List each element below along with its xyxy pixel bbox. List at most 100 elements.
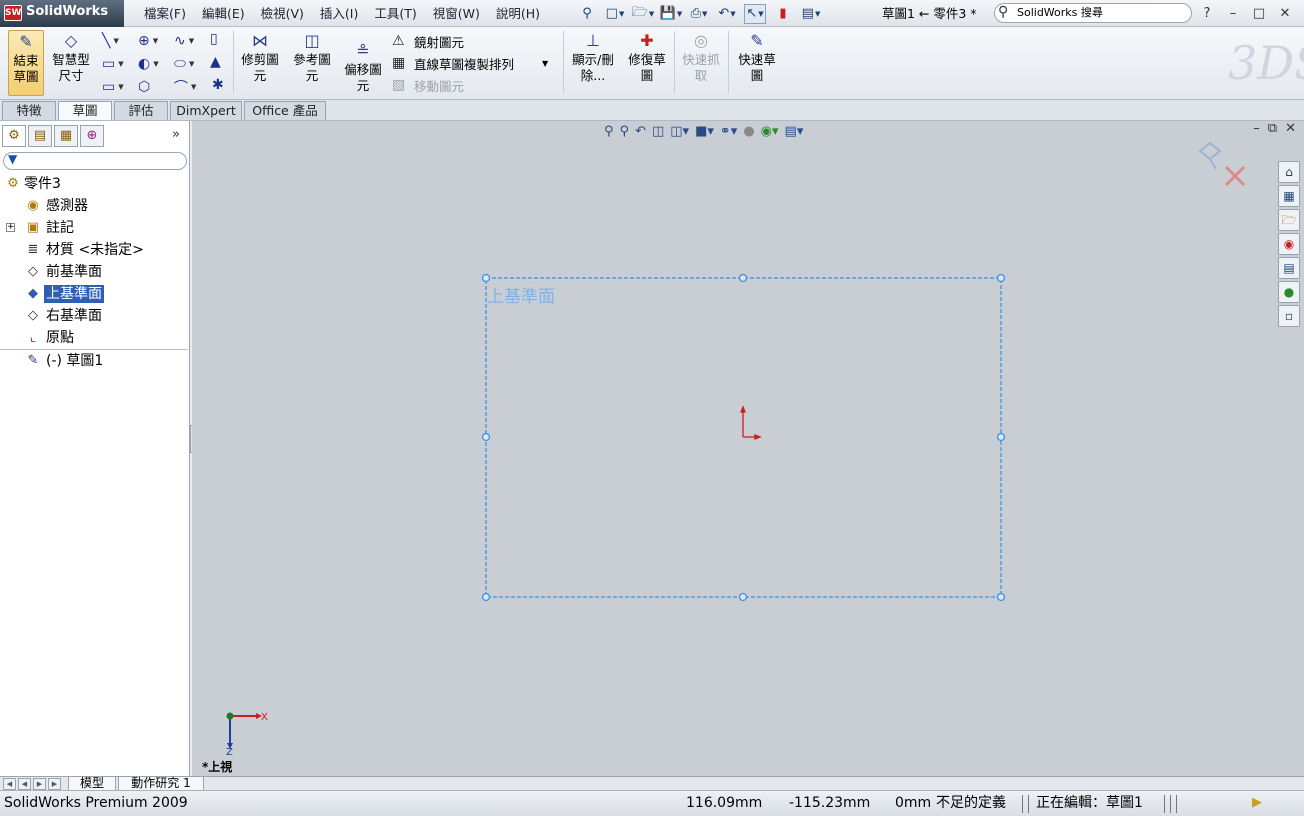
restore-icon[interactable]: □: [1248, 6, 1270, 21]
doc-restore-icon[interactable]: ⧉: [1268, 121, 1277, 136]
dimxpert-manager-tab-icon[interactable]: ⊕: [80, 125, 104, 147]
cancel-sketch-icon[interactable]: [1224, 165, 1246, 187]
plane-handle[interactable]: [738, 592, 748, 602]
prev-tab-arrow-icon[interactable]: ◀: [18, 778, 31, 790]
tree-item-front-plane[interactable]: ◇ 前基準面: [0, 261, 190, 283]
view-orientation-icon[interactable]: ◫▾: [670, 124, 689, 139]
tab-office-products[interactable]: Office 產品: [244, 101, 326, 120]
view-settings-icon[interactable]: ▤▾: [785, 124, 804, 139]
open-folder-icon[interactable]: 🗁 ▼: [632, 4, 655, 24]
new-document-icon[interactable]: □ ▼: [604, 4, 626, 24]
rebuild-traffic-light-icon[interactable]: ▮: [772, 4, 794, 24]
spline-icon[interactable]: ∿ ▼: [174, 29, 210, 52]
select-pointer-icon[interactable]: ↖ ▼: [744, 3, 766, 24]
help-icon[interactable]: ?: [1196, 6, 1218, 21]
zoom-to-fit-icon[interactable]: ⚲: [604, 124, 614, 139]
trim-entities-button[interactable]: ⋈ 修剪圖元: [236, 30, 284, 96]
arc-icon[interactable]: ◐ ▼: [138, 52, 174, 75]
display-delete-relations-button[interactable]: ⊥ 顯示/刪除...: [570, 30, 616, 96]
tree-item-sketch[interactable]: ✎ (-) 草圖1: [0, 350, 190, 372]
tree-item-annotations[interactable]: + ▣ 註記: [0, 217, 190, 239]
menu-insert[interactable]: 插入(I): [312, 0, 366, 27]
menu-tools[interactable]: 工具(T): [366, 0, 424, 27]
hide-show-items-icon[interactable]: ⚭▾: [720, 124, 737, 139]
doc-minimize-icon[interactable]: –: [1253, 121, 1260, 136]
next-tab-arrow-icon[interactable]: ▶: [33, 778, 46, 790]
ellipse-icon[interactable]: ⬭ ▼: [174, 52, 210, 75]
menu-view[interactable]: 檢視(V): [253, 0, 312, 27]
last-tab-arrow-icon[interactable]: ▶: [48, 778, 61, 790]
feature-tree-filter[interactable]: ▼: [3, 152, 187, 170]
plane-icon[interactable]: ▯: [210, 31, 218, 47]
appearances-icon[interactable]: ●: [1278, 281, 1300, 303]
circle-icon[interactable]: ⊕ ▼: [138, 29, 174, 52]
edit-appearance-icon[interactable]: ●: [743, 124, 754, 139]
previous-view-icon[interactable]: ↶: [635, 124, 646, 139]
search-results-icon[interactable]: ◉: [1278, 233, 1300, 255]
save-icon[interactable]: 💾 ▼: [660, 4, 683, 24]
fillet-icon[interactable]: ⌒ ▼: [174, 75, 210, 98]
repair-sketch-button[interactable]: ✚ 修復草圖: [624, 30, 670, 96]
menu-file[interactable]: 檔案(F): [136, 0, 194, 27]
solidworks-resources-icon[interactable]: ⌂: [1278, 161, 1300, 183]
rectangle-icon[interactable]: ▭ ▼: [102, 52, 138, 75]
menu-window[interactable]: 視窗(W): [425, 0, 488, 27]
expand-icon[interactable]: +: [6, 223, 15, 232]
plane-handle[interactable]: [481, 273, 491, 283]
offset-entities-button[interactable]: ≗ 偏移圖元: [340, 30, 386, 96]
property-manager-tab-icon[interactable]: ▤: [28, 125, 52, 147]
configuration-manager-tab-icon[interactable]: ▦: [54, 125, 78, 147]
tab-model[interactable]: 模型: [68, 777, 116, 791]
pattern-dropdown-icon[interactable]: ▼: [542, 59, 548, 68]
file-explorer-icon[interactable]: 🗁: [1278, 209, 1300, 231]
expand-panel-icon[interactable]: »: [172, 127, 180, 142]
tab-features[interactable]: 特徵: [2, 101, 56, 120]
tab-motion-study[interactable]: 動作研究 1: [118, 777, 204, 791]
search-field[interactable]: ⚲ SolidWorks 搜尋: [994, 3, 1192, 23]
first-tab-arrow-icon[interactable]: ◀: [3, 778, 16, 790]
text-icon[interactable]: ▲: [210, 54, 221, 70]
plane-handle[interactable]: [996, 273, 1006, 283]
zoom-to-area-icon[interactable]: ⚲: [620, 124, 630, 139]
polygon-icon[interactable]: ⬡: [138, 75, 174, 98]
tree-item-sensors[interactable]: ◉ 感測器: [0, 195, 190, 217]
feature-tree-tab-icon[interactable]: ⚙: [2, 125, 26, 147]
tree-item-right-plane[interactable]: ◇ 右基準面: [0, 305, 190, 327]
tree-item-top-plane[interactable]: ◆ 上基準面: [0, 283, 190, 305]
view-palette-icon[interactable]: ▤: [1278, 257, 1300, 279]
plane-handle[interactable]: [481, 592, 491, 602]
tab-dimxpert[interactable]: DimXpert: [170, 101, 242, 120]
undo-icon[interactable]: ↶ ▼: [716, 4, 738, 24]
menu-edit[interactable]: 編輯(E): [194, 0, 253, 27]
pin-icon[interactable]: ⚲: [576, 4, 598, 24]
line-icon[interactable]: ╲ ▼: [102, 29, 138, 52]
tree-item-origin[interactable]: ⌞ 原點: [0, 327, 190, 349]
point-icon[interactable]: ✱: [212, 77, 224, 93]
close-icon[interactable]: ✕: [1274, 6, 1296, 21]
section-view-icon[interactable]: ◫: [652, 124, 664, 139]
plane-handle[interactable]: [996, 432, 1006, 442]
display-style-icon[interactable]: ■▾: [695, 124, 714, 139]
tree-root[interactable]: ⚙ 零件3: [0, 173, 190, 195]
custom-properties-icon[interactable]: ▫: [1278, 305, 1300, 327]
options-icon[interactable]: ▤ ▼: [800, 4, 822, 24]
rapid-sketch-button[interactable]: ✎ 快速草圖: [734, 30, 780, 96]
exit-sketch-corner-icon[interactable]: [1198, 141, 1222, 170]
linear-pattern-button[interactable]: ▦ 直線草圖複製排列 ▼: [392, 52, 548, 74]
minimize-icon[interactable]: –: [1222, 6, 1244, 21]
plane-handle[interactable]: [996, 592, 1006, 602]
plane-handle[interactable]: [738, 273, 748, 283]
apply-scene-icon[interactable]: ◉▾: [761, 124, 779, 139]
solidworks-logo[interactable]: SW SolidWorks: [0, 0, 124, 27]
convert-entities-button[interactable]: ◫ 參考圖元: [288, 30, 336, 96]
tab-evaluate[interactable]: 評估: [114, 101, 168, 120]
doc-close-icon[interactable]: ✕: [1285, 121, 1296, 136]
plane-handle[interactable]: [481, 432, 491, 442]
smart-dimension-button[interactable]: ◇ 智慧型尺寸: [48, 30, 94, 96]
exit-sketch-button[interactable]: ✎ 結束草圖: [8, 30, 44, 96]
print-icon[interactable]: ⎙ ▼: [688, 4, 710, 24]
tag-icon[interactable]: ▶: [1252, 791, 1262, 815]
graphics-area[interactable]: X Z 上基準面 *上視 ⚲ ⚲ ↶ ◫ ◫▾ ■▾ ⚭▾ ● ◉▾ ▤▾ – …: [192, 121, 1304, 776]
mirror-entities-button[interactable]: ⚠ 鏡射圖元: [392, 30, 464, 52]
tab-sketch[interactable]: 草圖: [58, 101, 112, 120]
